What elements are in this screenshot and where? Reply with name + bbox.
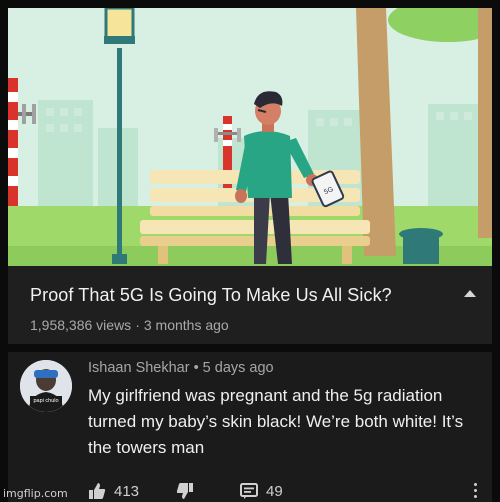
- meta-separator: ·: [135, 317, 140, 333]
- view-count: 1,958,386 views: [30, 317, 132, 333]
- trash-can: [399, 228, 443, 264]
- more-vert-icon[interactable]: [474, 483, 478, 501]
- avatar[interactable]: papi chulo: [20, 360, 72, 412]
- like-count: 413: [114, 482, 140, 500]
- upload-age: 3 months ago: [143, 317, 229, 333]
- header-separator: •: [193, 360, 199, 376]
- avatar-image: papi chulo: [20, 360, 72, 412]
- comment: papi chulo Ishaan Shekhar • 5 days ago My …: [8, 352, 492, 502]
- video-meta: 1,958,386 views · 3 months ago: [30, 317, 229, 333]
- svg-text:papi chulo: papi chulo: [33, 398, 58, 404]
- reply-count: 49: [266, 482, 283, 500]
- imgflip-watermark: imgflip.com: [3, 487, 68, 500]
- video-title[interactable]: Proof That 5G Is Going To Make Us All Si…: [30, 285, 392, 306]
- comment-author[interactable]: Ishaan Shekhar: [88, 360, 190, 376]
- thumbs-up-icon: [89, 483, 106, 499]
- like-button[interactable]: 413: [88, 482, 139, 500]
- comment-text: My girlfriend was pregnant and the 5g ra…: [88, 386, 464, 457]
- comment-header: Ishaan Shekhar • 5 days ago: [88, 360, 274, 376]
- video-frame-illustration: 5G: [8, 8, 492, 266]
- reply-button[interactable]: 49: [240, 482, 283, 500]
- thumbs-down-icon: [176, 483, 193, 499]
- comment-age: 5 days ago: [202, 360, 274, 376]
- video-info-panel: Proof That 5G Is Going To Make Us All Si…: [8, 266, 492, 344]
- screenshot-frame: 5G Proof That 5G Is Going To Make Us All…: [0, 0, 500, 502]
- video-player[interactable]: 5G: [8, 8, 492, 266]
- reply-icon: [240, 483, 258, 499]
- expand-caret-icon[interactable]: [464, 290, 476, 297]
- dislike-button[interactable]: [176, 482, 194, 500]
